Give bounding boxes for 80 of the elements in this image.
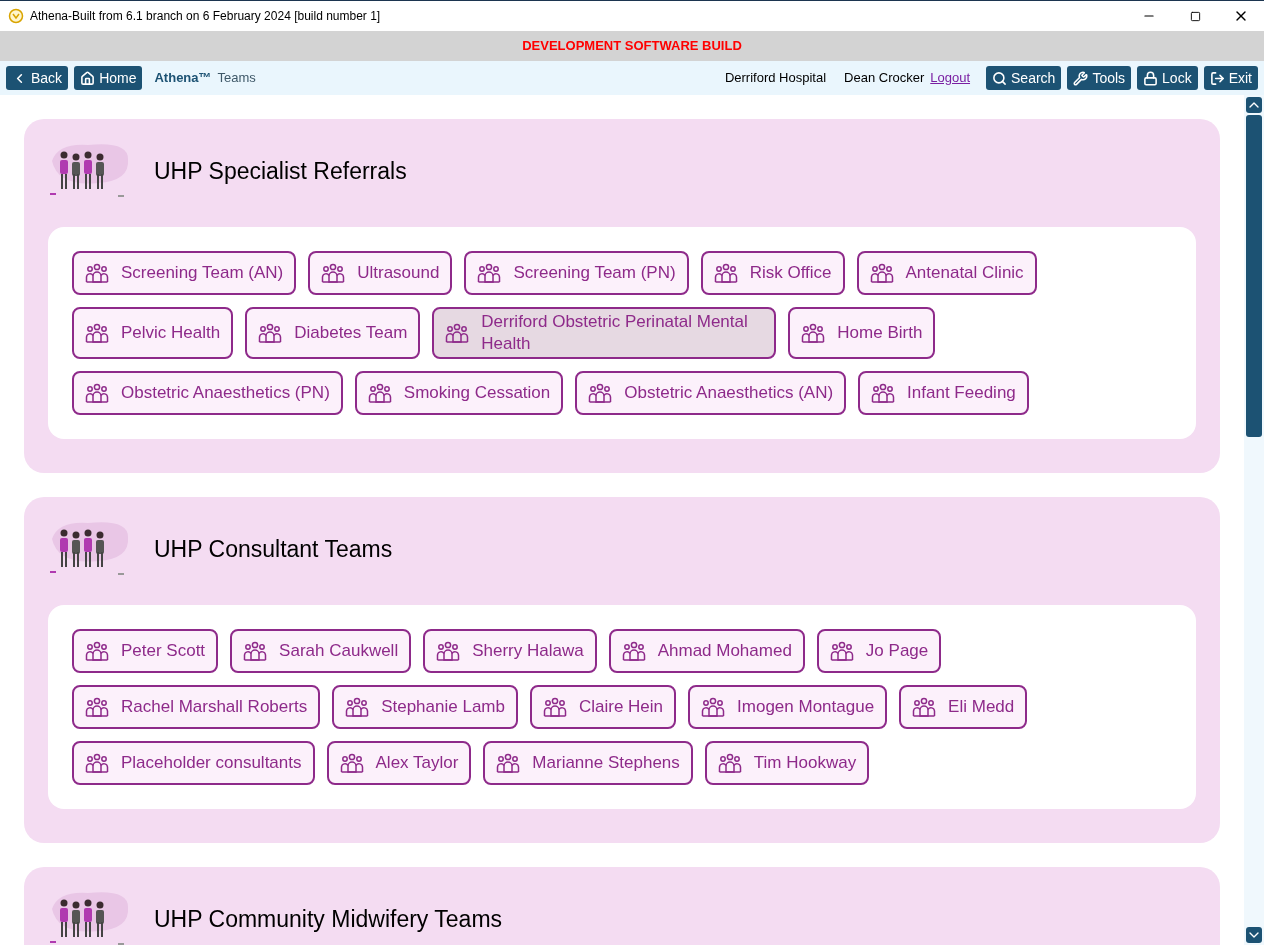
lock-button[interactable]: Lock xyxy=(1137,66,1198,90)
team-button[interactable]: Infant Feeding xyxy=(858,371,1029,415)
people-icon xyxy=(85,753,109,773)
team-button[interactable]: Risk Office xyxy=(700,251,845,295)
team-button[interactable]: Antenatal Clinic xyxy=(856,251,1037,295)
search-icon xyxy=(992,70,1008,86)
team-button[interactable]: Home Birth xyxy=(788,307,936,359)
brand-name: Athena™ xyxy=(154,69,212,88)
people-icon xyxy=(713,263,738,283)
team-button[interactable]: Sherry Halawa xyxy=(423,629,597,673)
team-button[interactable]: Ultrasound xyxy=(308,251,453,295)
team-button[interactable]: Marianne Stephens xyxy=(483,741,693,785)
team-button[interactable]: Claire Hein xyxy=(529,685,677,729)
team-button[interactable]: Pelvic Health xyxy=(72,307,234,359)
team-button[interactable]: Jo Page xyxy=(816,629,942,673)
people-icon xyxy=(701,697,726,717)
people-icon xyxy=(339,753,364,773)
home-button[interactable]: Home xyxy=(74,66,143,90)
team-button[interactable]: Obstetric Anaesthetics (AN) xyxy=(575,371,847,415)
window-title: Athena-Built from 6.1 branch on 6 February 2024 [build number 1] xyxy=(30,8,381,25)
team-button[interactable]: Peter Scott xyxy=(72,629,219,673)
tools-icon xyxy=(1073,70,1089,86)
team-button[interactable]: Eli Medd xyxy=(899,685,1028,729)
people-icon xyxy=(869,263,894,283)
build-banner: DEVELOPMENT SOFTWARE BUILD xyxy=(0,31,1264,61)
people-icon xyxy=(85,383,109,403)
logout-link[interactable]: Logout xyxy=(930,68,971,88)
tools-button[interactable]: Tools xyxy=(1067,66,1132,90)
people-icon xyxy=(871,383,896,403)
scroll-up-icon[interactable] xyxy=(1246,97,1262,113)
people-icon xyxy=(445,323,470,343)
page-title: Teams xyxy=(217,69,256,88)
back-button[interactable]: Back xyxy=(6,66,69,90)
team-button[interactable]: Sarah Caukwell xyxy=(230,629,412,673)
exit-icon xyxy=(1209,70,1225,86)
lock-icon xyxy=(1143,70,1159,86)
team-button[interactable]: Stephanie Lamb xyxy=(332,685,518,729)
people-icon xyxy=(477,263,502,283)
people-icon xyxy=(829,641,854,661)
people-icon xyxy=(367,383,392,403)
people-icon xyxy=(801,323,826,343)
people-icon xyxy=(85,263,109,283)
team-button[interactable]: Placeholder consultants xyxy=(72,741,315,785)
app-logo-icon xyxy=(8,8,24,24)
search-button[interactable]: Search xyxy=(986,66,1062,90)
maximize-icon xyxy=(1189,10,1201,22)
user-name: Dean Crocker xyxy=(844,69,925,88)
people-icon xyxy=(912,697,937,717)
exit-button[interactable]: Exit xyxy=(1203,66,1258,90)
scrollbar-thumb[interactable] xyxy=(1246,115,1262,437)
people-icon xyxy=(621,641,646,661)
people-icon xyxy=(436,641,461,661)
group-title: UHP Consultant Teams xyxy=(154,534,393,564)
team-button[interactable]: Smoking Cessation xyxy=(354,371,564,415)
people-icon xyxy=(717,753,742,773)
group-title: UHP Specialist Referrals xyxy=(154,156,407,186)
people-icon xyxy=(85,641,109,661)
people-icon xyxy=(85,697,109,717)
people-icon xyxy=(85,323,109,343)
people-icon xyxy=(588,383,613,403)
group-title: UHP Community Midwifery Teams xyxy=(154,904,503,934)
people-icon xyxy=(496,753,521,773)
team-button[interactable]: Diabetes Team xyxy=(245,307,421,359)
team-button[interactable]: Screening Team (AN) xyxy=(72,251,297,295)
team-button[interactable]: Derriford Obstetric Perinatal Mental Health xyxy=(432,307,777,359)
team-button[interactable]: Screening Team (PN) xyxy=(464,251,689,295)
team-button[interactable]: Ahmad Mohamed xyxy=(608,629,805,673)
hospital-name: Derriford Hospital xyxy=(724,69,827,88)
people-icon xyxy=(258,323,283,343)
people-icon xyxy=(243,641,268,661)
team-button[interactable]: Tim Hookway xyxy=(704,741,870,785)
team-button[interactable]: Obstetric Anaesthetics (PN) xyxy=(72,371,343,415)
people-icon xyxy=(542,697,567,717)
team-button[interactable]: Rachel Marshall Roberts xyxy=(72,685,321,729)
scroll-down-icon[interactable] xyxy=(1246,927,1262,943)
home-icon xyxy=(80,70,96,86)
people-icon xyxy=(345,697,370,717)
team-button[interactable]: Alex Taylor xyxy=(326,741,472,785)
people-icon xyxy=(321,263,346,283)
team-button[interactable]: Imogen Montague xyxy=(688,685,888,729)
